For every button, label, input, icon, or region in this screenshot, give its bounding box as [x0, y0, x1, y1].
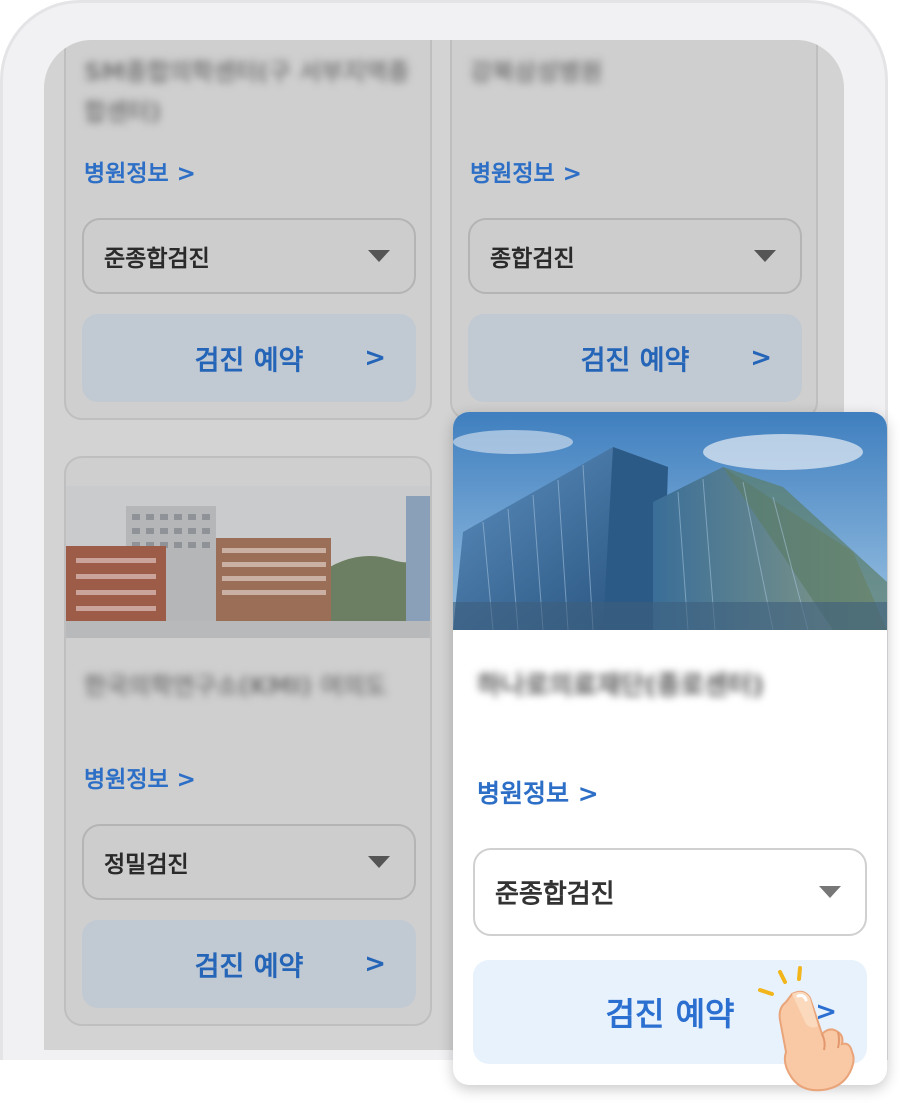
tap-hand-icon [752, 964, 862, 1094]
exam-type-value: 준종합검진 [495, 879, 615, 910]
chevron-down-icon [819, 886, 841, 898]
hospital-info-link[interactable]: 병원정보 > [84, 154, 196, 188]
exam-type-value: 종합검진 [490, 246, 575, 272]
hospital-card: SM종합의학센터(구 서부지역종합센터) 병원정보 > 준종합검진 검진 예약 … [64, 40, 432, 420]
exam-type-select[interactable]: 정밀검진 [82, 824, 416, 900]
book-exam-button[interactable]: 검진 예약 > [82, 314, 416, 402]
exam-type-select[interactable]: 준종합검진 [473, 848, 867, 936]
exam-type-select[interactable]: 종합검진 [468, 218, 802, 294]
hospital-photo [66, 486, 430, 638]
chevron-down-icon [368, 250, 390, 262]
hospital-name: 하나로의료재단(종로센터) [477, 671, 764, 701]
hospital-name: 한국의학연구소(KMI) 여의도 [84, 672, 387, 700]
hospital-name: SM종합의학센터(구 서부지역종합센터) [84, 58, 410, 126]
exam-type-value: 준종합검진 [104, 246, 210, 272]
exam-type-value: 정밀검진 [104, 852, 189, 878]
chevron-right-icon: > [750, 343, 772, 373]
book-exam-button[interactable]: 검진 예약 > [468, 314, 802, 402]
hospital-card: 한국의학연구소(KMI) 여의도 병원정보 > 정밀검진 검진 예약 > [64, 456, 432, 1026]
hospital-card: 강북삼성병원 병원정보 > 종합검진 검진 예약 > [450, 40, 818, 420]
exam-type-select[interactable]: 준종합검진 [82, 218, 416, 294]
hospital-info-link[interactable]: 병원정보 > [477, 774, 599, 810]
hospital-name: 강북삼성병원 [470, 58, 603, 86]
hospital-photo [453, 412, 887, 630]
hospital-info-link[interactable]: 병원정보 > [470, 154, 582, 188]
chevron-down-icon [368, 856, 390, 868]
chevron-down-icon [754, 250, 776, 262]
hospital-info-link[interactable]: 병원정보 > [84, 760, 196, 794]
chevron-right-icon: > [364, 343, 386, 373]
chevron-right-icon: > [364, 949, 386, 979]
book-exam-button[interactable]: 검진 예약 > [82, 920, 416, 1008]
